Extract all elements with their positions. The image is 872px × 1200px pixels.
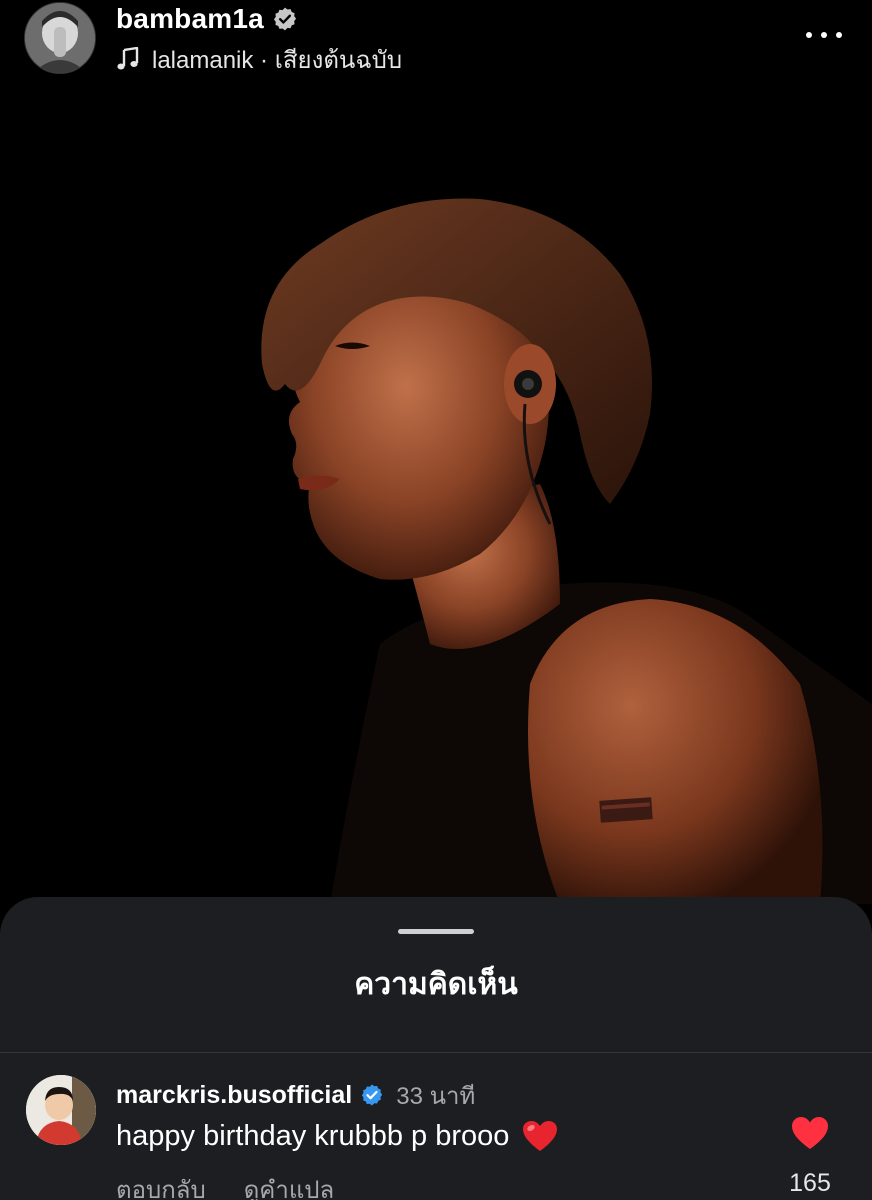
comments-sheet: ความคิดเห็น marckris.busofficial 33 นาที…: [0, 897, 872, 1200]
see-translation-button[interactable]: ดูคำแปล: [244, 1170, 335, 1200]
more-options-icon: [806, 32, 812, 38]
more-options-button[interactable]: [806, 20, 842, 50]
comment-actions: ตอบกลับ ดูคำแปล: [116, 1170, 334, 1200]
red-heart-emoji: [523, 1121, 558, 1151]
username-row: bambam1a: [116, 2, 298, 36]
music-note-icon: [117, 47, 139, 70]
like-count: 165: [789, 1169, 831, 1197]
verified-badge-icon: [273, 7, 296, 31]
comment-text: happy birthday krubbb p brooo: [116, 1119, 510, 1152]
post-photo[interactable]: [0, 84, 872, 904]
more-options-dot: [821, 32, 827, 38]
comment-avatar-image: [26, 1075, 96, 1145]
sheet-grabber-handle[interactable]: [398, 929, 474, 934]
concert-portrait-image: [0, 84, 872, 904]
comment-avatar[interactable]: [26, 1075, 96, 1145]
like-heart-icon[interactable]: [790, 1115, 830, 1151]
comment-header: marckris.busofficial 33 นาที: [116, 1079, 475, 1111]
comments-title: ความคิดเห็น: [354, 968, 518, 1001]
comment-body: happy birthday krubbb p brooo: [116, 1119, 559, 1153]
comment-timestamp: 33 นาที: [396, 1082, 476, 1110]
profile-avatar-image: [25, 3, 95, 73]
more-options-dot: [836, 32, 842, 38]
verified-badge-icon: [362, 1084, 383, 1106]
audio-label[interactable]: lalamanik · เสียงต้นฉบับ: [152, 40, 402, 79]
audio-row[interactable]: lalamanik · เสียงต้นฉบับ: [116, 43, 402, 75]
profile-avatar[interactable]: [24, 2, 96, 74]
post-header: bambam1a lalamanik · เสียงต้นฉบับ: [0, 0, 872, 84]
comment-username[interactable]: marckris.busofficial: [116, 1081, 352, 1110]
reply-button[interactable]: ตอบกลับ: [116, 1170, 206, 1200]
sheet-divider: [0, 1052, 872, 1053]
reel-screen: bambam1a lalamanik · เสียงต้นฉบับ ความคิ…: [0, 0, 872, 1200]
username[interactable]: bambam1a: [116, 3, 264, 35]
